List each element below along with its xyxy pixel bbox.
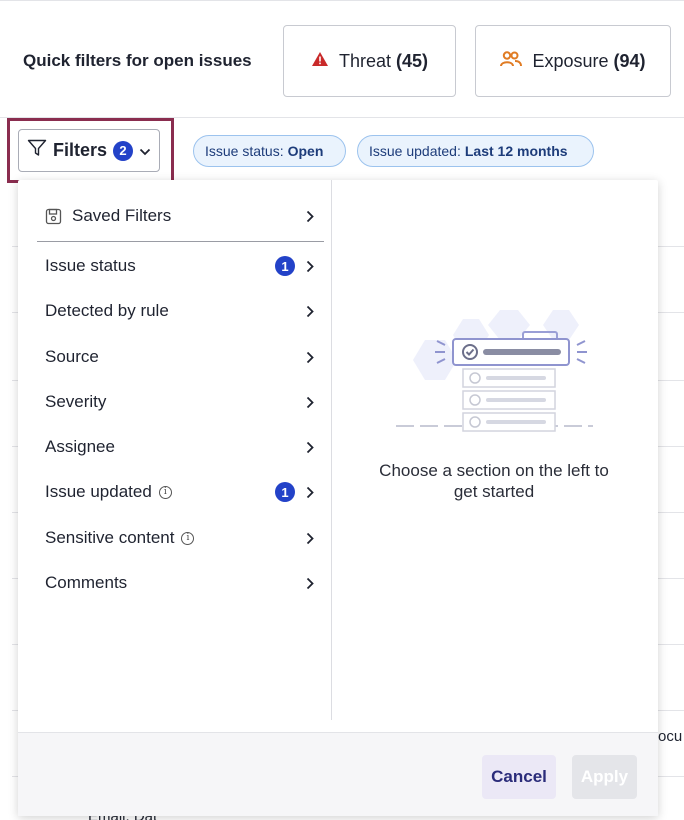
info-icon[interactable]: i [181,531,195,545]
menu-item-source[interactable]: Source [45,337,315,377]
exposure-label: Exposure [532,50,609,71]
saved-filters-label: Saved Filters [72,206,172,225]
users-icon [500,50,523,72]
saved-filters-item[interactable]: Saved Filters [45,196,315,236]
menu-item-sensitive-content[interactable]: Sensitive content i [45,518,315,558]
menu-item-comments[interactable]: Comments [45,563,315,603]
menu-item-label: Assignee [45,437,115,456]
menu-item-label: Source [45,347,99,366]
chevron-right-icon [305,208,315,224]
quick-filters-label: Quick filters for open issues [23,51,252,70]
funnel-icon [27,139,47,162]
menu-item-severity[interactable]: Severity [45,382,315,422]
chevron-right-icon [305,439,315,455]
chip-value: Open [287,143,324,159]
panel-footer: Cancel Apply [18,732,658,816]
threat-count: (45) [396,50,429,71]
chevron-right-icon [305,349,315,365]
chevron-right-icon [305,394,315,410]
info-icon[interactable]: i [158,485,172,499]
menu-item-issue-status[interactable]: Issue status 1 [45,246,315,286]
count-badge: 1 [275,256,295,276]
save-disk-icon [45,208,62,225]
menu-item-label: Detected by rule [45,301,169,320]
empty-state-message: Choose a section on the left to get star… [379,461,609,501]
exposure-count: (94) [613,50,646,71]
filter-section-list: Saved Filters Issue status 1 Detected by… [18,180,332,720]
menu-item-label: Issue status [45,256,136,275]
chevron-right-icon [305,303,315,319]
chevron-right-icon [305,484,315,500]
chip-value: Last 12 months [464,143,568,159]
chip-key: Issue status: [205,143,284,159]
filters-dropdown-panel: Saved Filters Issue status 1 Detected by… [18,180,658,816]
threat-label: Threat [338,50,391,71]
chevron-right-icon [305,258,315,274]
chevron-right-icon [305,530,315,546]
table-cell-text: ocu [658,728,683,745]
filters-count-badge: 2 [113,140,134,161]
cancel-button[interactable]: Cancel [482,755,556,799]
count-badge: 1 [275,482,295,502]
issue-status-chip[interactable]: Issue status: Open [193,135,346,167]
menu-item-issue-updated[interactable]: Issue updated i 1 [45,472,315,512]
threat-filter-button[interactable]: Threat (45) [283,25,456,97]
warning-triangle-icon [311,51,329,72]
menu-item-label: Severity [45,392,107,411]
menu-item-label: Issue updated [45,482,152,501]
exposure-filter-button[interactable]: Exposure (94) [475,25,671,97]
filters-label: Filters [53,140,108,160]
empty-state-illustration [393,305,603,440]
apply-button[interactable]: Apply [572,755,637,799]
menu-item-detected-by-rule[interactable]: Detected by rule [45,291,315,331]
menu-item-label: Comments [45,573,128,592]
quick-filters-bar: Quick filters for open issues Threat (45… [0,0,684,118]
chip-key: Issue updated: [369,143,461,159]
issue-updated-chip[interactable]: Issue updated: Last 12 months [357,135,594,167]
chevron-right-icon [305,575,315,591]
menu-item-assignee[interactable]: Assignee [45,427,315,467]
filters-button[interactable]: Filters 2 [18,129,160,172]
menu-item-label: Sensitive content [45,528,175,547]
menu-divider [37,241,324,242]
chevron-down-icon [139,140,151,161]
